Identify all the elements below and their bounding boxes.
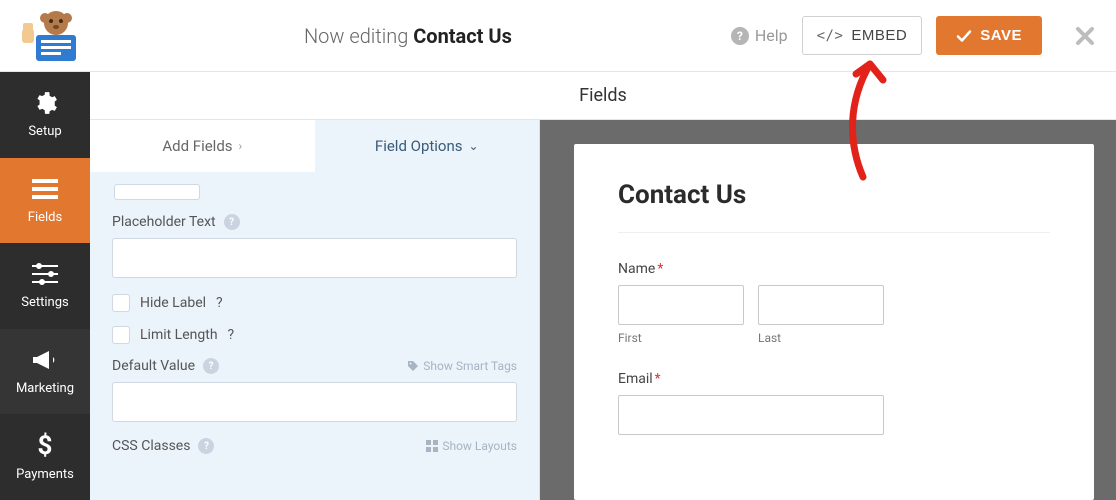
sidebar-item-payments[interactable]: $ Payments: [0, 414, 90, 500]
sidebar: Setup Fields Settings Marketing: [0, 72, 90, 500]
wpforms-logo-icon: [16, 9, 80, 63]
hide-label-row: Hide Label ?: [112, 294, 517, 312]
help-label: Help: [755, 26, 788, 45]
close-button[interactable]: [1074, 25, 1096, 47]
tab-add-fields[interactable]: Add Fields ›: [90, 120, 315, 172]
preview-panel: Contact Us Name* First: [540, 120, 1116, 500]
limit-length-row: Limit Length ?: [112, 326, 517, 344]
tab-label: Field Options: [375, 137, 463, 155]
save-label: SAVE: [980, 27, 1022, 44]
save-button[interactable]: SAVE: [936, 16, 1042, 55]
embed-button[interactable]: </> EMBED: [802, 16, 923, 55]
default-value-label: Default Value: [112, 358, 195, 374]
app-logo: [10, 6, 85, 66]
sliders-icon: [31, 261, 59, 287]
default-value-label-row: Default Value ? Show Smart Tags: [112, 358, 517, 374]
sidebar-item-marketing[interactable]: Marketing: [0, 329, 90, 415]
form-preview: Contact Us Name* First: [574, 144, 1094, 500]
placeholder-label: Placeholder Text: [112, 214, 216, 230]
gear-icon: [31, 90, 59, 116]
editing-prefix: Now editing: [304, 24, 413, 48]
embed-label: EMBED: [851, 27, 907, 44]
preview-title: Contact Us: [618, 180, 1050, 210]
sidebar-item-fields[interactable]: Fields: [0, 158, 90, 244]
show-layouts-link[interactable]: Show Layouts: [426, 439, 517, 453]
code-icon: </>: [817, 28, 844, 44]
first-sublabel: First: [618, 331, 744, 345]
help-icon[interactable]: ?: [203, 358, 219, 374]
list-icon: [31, 176, 59, 202]
tag-icon: [407, 360, 419, 372]
help-icon: ?: [731, 27, 749, 45]
panel-tabs: Add Fields › Field Options ⌄: [90, 120, 539, 172]
sidebar-item-label: Payments: [16, 467, 74, 482]
default-value-input[interactable]: [112, 382, 517, 422]
placeholder-label-row: Placeholder Text ?: [112, 214, 517, 230]
email-input[interactable]: [618, 395, 884, 435]
editing-form-name: Contact Us: [413, 24, 512, 48]
editing-title: Now editing Contact Us: [85, 24, 731, 48]
check-icon: [956, 28, 972, 44]
limit-length-checkbox[interactable]: [112, 326, 130, 344]
tab-field-options[interactable]: Field Options ⌄: [315, 120, 540, 172]
center-header: Fields: [90, 72, 1116, 120]
topbar-actions: ? Help </> EMBED SAVE: [731, 16, 1096, 55]
sidebar-item-settings[interactable]: Settings: [0, 243, 90, 329]
chevron-right-icon: ›: [239, 139, 243, 153]
help-icon[interactable]: ?: [228, 327, 235, 343]
help-link[interactable]: ? Help: [731, 26, 788, 45]
placeholder-input[interactable]: [112, 238, 517, 278]
chevron-down-icon: ⌄: [469, 139, 479, 153]
topbar: Now editing Contact Us ? Help </> EMBED …: [0, 0, 1116, 72]
tab-label: Add Fields: [162, 137, 232, 155]
help-icon[interactable]: ?: [224, 214, 240, 230]
close-icon: [1074, 25, 1096, 47]
sidebar-item-label: Settings: [21, 295, 68, 310]
last-sublabel: Last: [758, 331, 884, 345]
css-classes-label-row: CSS Classes ? Show Layouts: [112, 438, 517, 454]
hide-label-checkbox[interactable]: [112, 294, 130, 312]
divider: [618, 232, 1050, 233]
sidebar-item-setup[interactable]: Setup: [0, 72, 90, 158]
sidebar-item-label: Fields: [28, 210, 62, 225]
show-smart-tags-link[interactable]: Show Smart Tags: [407, 359, 517, 373]
help-icon[interactable]: ?: [198, 438, 214, 454]
svg-text:$: $: [38, 432, 53, 460]
collapsed-field-preview: [114, 184, 200, 200]
last-name-input[interactable]: [758, 285, 884, 325]
help-icon[interactable]: ?: [216, 295, 223, 311]
sidebar-item-label: Marketing: [16, 381, 74, 396]
dollar-icon: $: [31, 433, 59, 459]
options-panel: Add Fields › Field Options ⌄ Placeholde: [90, 120, 540, 500]
css-classes-label: CSS Classes: [112, 438, 190, 454]
hide-label-text: Hide Label: [140, 295, 206, 311]
name-field-label: Name*: [618, 261, 1050, 277]
panel-content: Placeholder Text ? Hide Label ?: [90, 172, 539, 500]
first-name-input[interactable]: [618, 285, 744, 325]
limit-length-text: Limit Length: [140, 327, 218, 343]
megaphone-icon: [31, 347, 59, 373]
email-field-label: Email*: [618, 371, 1050, 387]
grid-icon: [426, 440, 438, 452]
sidebar-item-label: Setup: [28, 124, 61, 139]
